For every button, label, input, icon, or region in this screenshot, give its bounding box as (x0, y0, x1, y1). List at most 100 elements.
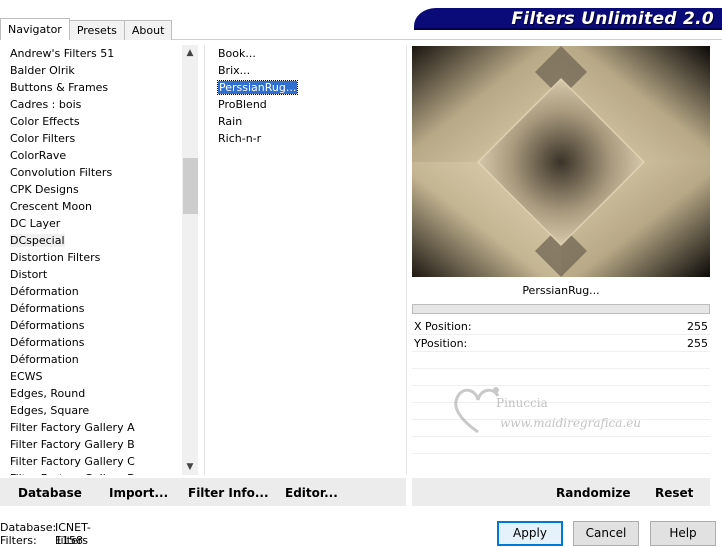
category-label: DCspecial (10, 234, 65, 247)
category-label: Balder Olrik (10, 64, 75, 77)
category-item[interactable]: Andrew's Filters 51 (0, 45, 200, 62)
filter-label: Brix... (218, 64, 251, 77)
category-item[interactable]: Color Filters (0, 130, 200, 147)
app-banner: Filters Unlimited 2.0 (414, 8, 722, 30)
filter-item[interactable]: Rain (210, 113, 400, 130)
category-item[interactable]: Filter Factory Gallery B (0, 436, 200, 453)
watermark-name: Pinuccia (496, 396, 548, 410)
category-label: Filter Factory Gallery C (10, 455, 135, 468)
category-label: ECWS (10, 370, 43, 383)
category-label: Buttons & Frames (10, 81, 109, 94)
filter-label: Rich-n-r (218, 132, 262, 145)
category-label: Color Filters (10, 132, 76, 145)
scroll-down-icon[interactable]: ▼ (182, 459, 198, 475)
category-label: Cadres : bois (10, 98, 82, 111)
filter-label: Book... (218, 47, 256, 60)
reset-button[interactable]: Reset (655, 486, 693, 500)
category-item[interactable]: Déformations (0, 300, 200, 317)
parameter-row-empty (412, 352, 710, 369)
preview-filter-name: PerssianRug... (522, 284, 600, 297)
category-label: Edges, Square (10, 404, 90, 417)
category-item[interactable]: Filter Factory Gallery C (0, 453, 200, 470)
category-label: Filter Factory Gallery A (10, 421, 135, 434)
filter-item[interactable]: Book... (210, 45, 400, 62)
category-item[interactable]: Distort (0, 266, 200, 283)
tab-navigator[interactable]: Navigator (0, 18, 70, 40)
category-label: Color Effects (10, 115, 80, 128)
category-item[interactable]: Filter Factory Gallery D (0, 470, 200, 475)
filter-item[interactable]: ProBlend (210, 96, 400, 113)
category-item[interactable]: CPK Designs (0, 181, 200, 198)
filter-item[interactable]: Brix... (210, 62, 400, 79)
category-item[interactable]: Cadres : bois (0, 96, 200, 113)
randomize-button[interactable]: Randomize (556, 486, 630, 500)
parameter-label: X Position: (414, 320, 472, 333)
category-item[interactable]: Déformations (0, 317, 200, 334)
filter-item[interactable]: Rich-n-r (210, 130, 400, 147)
parameter-label: YPosition: (414, 337, 468, 350)
app-title: Filters Unlimited 2.0 (511, 9, 714, 29)
scrollbar-thumb[interactable] (183, 158, 198, 214)
category-item[interactable]: Convolution Filters (0, 164, 200, 181)
panel-divider (406, 45, 407, 475)
category-item[interactable]: Color Effects (0, 113, 200, 130)
help-button[interactable]: Help (650, 521, 716, 546)
category-label: Filter Factory Gallery D (10, 472, 136, 475)
category-item[interactable]: Edges, Square (0, 402, 200, 419)
category-item[interactable]: Distortion Filters (0, 249, 200, 266)
filter-preview (412, 46, 710, 277)
category-label: Edges, Round (10, 387, 86, 400)
status-filters: Filters: 1158 (0, 534, 83, 547)
progress-bar (412, 304, 710, 314)
cancel-button[interactable]: Cancel (573, 521, 639, 546)
tab-strip: Navigator Presets About (0, 18, 173, 40)
editor-button[interactable]: Editor... (285, 486, 338, 500)
category-label: Crescent Moon (10, 200, 92, 213)
filter-label: Rain (218, 115, 243, 128)
filter-item[interactable]: PerssianRug... (210, 79, 400, 96)
category-item[interactable]: Déformation (0, 351, 200, 368)
category-label: Distortion Filters (10, 251, 101, 264)
category-item[interactable]: Crescent Moon (0, 198, 200, 215)
category-label: Déformation (10, 285, 79, 298)
category-label: Filter Factory Gallery B (10, 438, 135, 451)
scroll-up-icon[interactable]: ▲ (182, 45, 198, 61)
category-label: DC Layer (10, 217, 61, 230)
category-item[interactable]: Buttons & Frames (0, 79, 200, 96)
category-item[interactable]: Edges, Round (0, 385, 200, 402)
import-button[interactable]: Import... (109, 486, 168, 500)
category-item[interactable]: Déformation (0, 283, 200, 300)
tab-presets[interactable]: Presets (68, 20, 125, 40)
category-item[interactable]: DCspecial (0, 232, 200, 249)
category-scrollbar[interactable]: ▲ ▼ (182, 45, 198, 475)
list-divider (204, 45, 205, 475)
watermark: Pinuccia www.maidiregrafica.eu (448, 380, 668, 440)
heart-watermark-icon (454, 387, 500, 434)
category-label: Déformations (10, 319, 85, 332)
category-item[interactable]: ECWS (0, 368, 200, 385)
category-item[interactable]: Filter Factory Gallery A (0, 419, 200, 436)
category-label: Déformations (10, 336, 85, 349)
category-list[interactable]: Andrew's Filters 51 Balder Olrik Buttons &… (0, 45, 200, 475)
category-item[interactable]: ColorRave (0, 147, 200, 164)
apply-button[interactable]: Apply (497, 521, 563, 546)
tab-about[interactable]: About (123, 20, 173, 40)
status-database: Database: ICNET-Filters (0, 521, 91, 547)
parameter-row[interactable]: X Position: 255 (412, 318, 710, 335)
category-item[interactable]: Balder Olrik (0, 62, 200, 79)
parameter-value[interactable]: 255 (687, 335, 708, 352)
category-label: Déformations (10, 302, 85, 315)
parameter-value[interactable]: 255 (687, 318, 708, 335)
status-filters-label: Filters: (0, 534, 37, 547)
filter-label: PerssianRug... (216, 80, 299, 95)
status-filters-value: 1158 (55, 534, 83, 547)
filter-label: ProBlend (218, 98, 267, 111)
database-button[interactable]: Database (18, 486, 82, 500)
filter-list[interactable]: Book... Brix... PerssianRug... ProBlend Rain… (210, 45, 400, 475)
parameter-row[interactable]: YPosition: 255 (412, 335, 710, 352)
category-item[interactable]: Déformations (0, 334, 200, 351)
category-item[interactable]: DC Layer (0, 215, 200, 232)
preview-image (412, 46, 710, 277)
filter-info-button[interactable]: Filter Info... (188, 486, 269, 500)
category-label: ColorRave (10, 149, 67, 162)
